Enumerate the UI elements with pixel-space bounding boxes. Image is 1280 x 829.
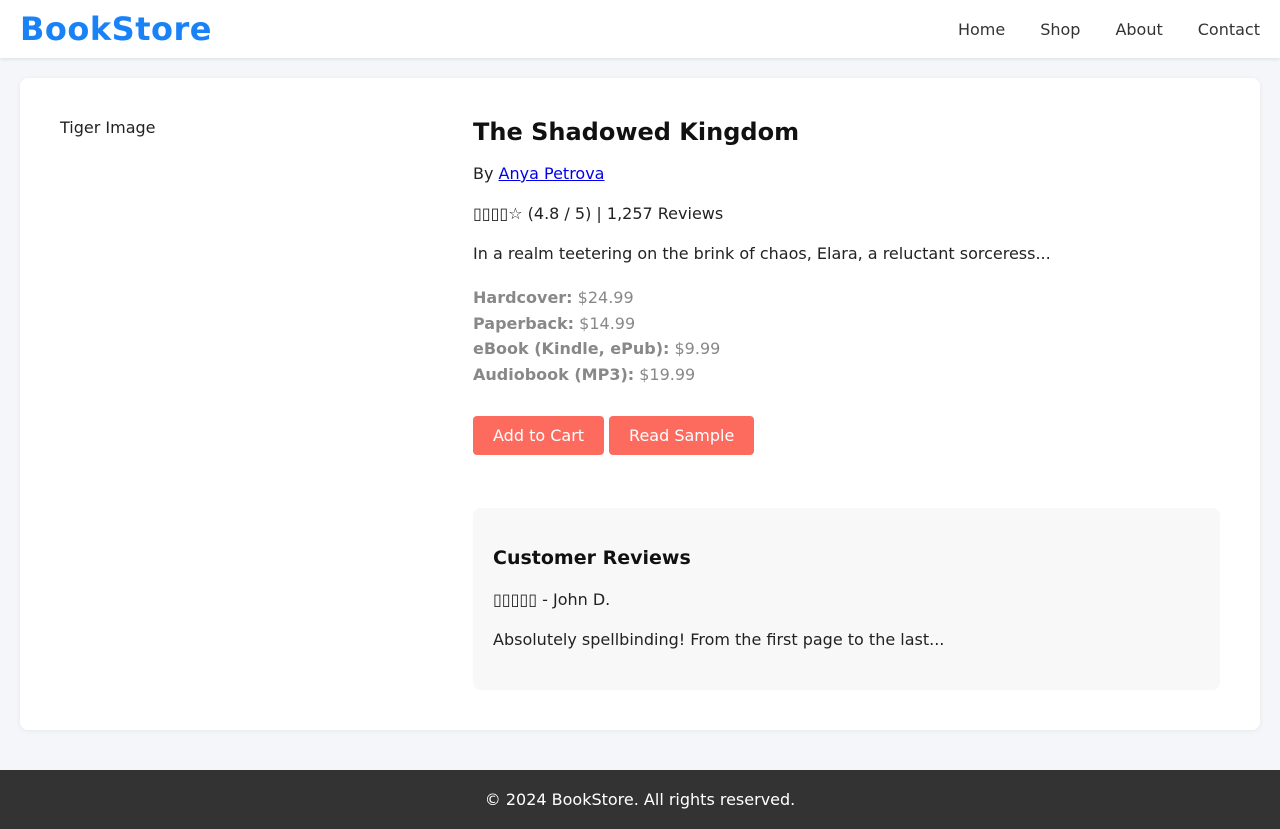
review-header: ▯▯▯▯▯ - John D. [493, 590, 1200, 609]
format-audiobook: Audiobook (MP3): $19.99 [473, 362, 1220, 388]
book-byline: By Anya Petrova [473, 164, 1220, 183]
author-link[interactable]: Anya Petrova [499, 164, 605, 183]
format-label: Audiobook (MP3): [473, 364, 635, 384]
rating-stars-icon: ▯▯▯▯☆ [473, 204, 523, 223]
review-author: - John D. [542, 590, 611, 609]
book-details: The Shadowed Kingdom By Anya Petrova ▯▯▯… [473, 118, 1220, 455]
reviews-heading: Customer Reviews [493, 547, 691, 569]
format-price: $24.99 [577, 288, 634, 307]
main-nav: Home Shop About Contact [923, 20, 1260, 39]
nav-link-contact[interactable]: Contact [1198, 20, 1260, 39]
format-price: $9.99 [674, 339, 721, 358]
site-header: BookStore Home Shop About Contact [0, 0, 1280, 58]
by-label: By [473, 164, 494, 183]
copyright-text: © 2024 BookStore. All rights reserved. [484, 790, 796, 809]
book-synopsis: In a realm teetering on the brink of cha… [473, 244, 1051, 263]
format-price-list: Hardcover: $24.99 Paperback: $14.99 eBoo… [473, 285, 1220, 387]
book-cover-alt-text: Tiger Image [60, 118, 156, 137]
format-label: Hardcover: [473, 288, 573, 307]
book-rating: ▯▯▯▯☆ (4.8 / 5) | 1,257 Reviews [473, 204, 1220, 223]
format-label: Paperback: [473, 313, 575, 333]
book-cover-image: Tiger Image [60, 118, 156, 137]
add-to-cart-button[interactable]: Add to Cart [473, 416, 605, 455]
format-ebook: eBook (Kindle, ePub): $9.99 [473, 336, 1220, 362]
nav-link-home[interactable]: Home [958, 20, 1005, 39]
format-paperback: Paperback: $14.99 [473, 311, 1220, 337]
product-card: Tiger Image The Shadowed Kingdom By Anya… [20, 78, 1260, 730]
format-hardcover: Hardcover: $24.99 [473, 285, 1220, 311]
format-price: $19.99 [639, 364, 696, 384]
format-price: $14.99 [579, 313, 636, 333]
customer-reviews: Customer Reviews ▯▯▯▯▯ - John D. Absolut… [473, 508, 1220, 690]
review-stars-icon: ▯▯▯▯▯ [493, 590, 538, 609]
nav-link-about[interactable]: About [1115, 20, 1162, 39]
rating-summary: (4.8 / 5) | 1,257 Reviews [527, 204, 724, 223]
site-logo[interactable]: BookStore [20, 10, 212, 48]
site-footer: © 2024 BookStore. All rights reserved. [0, 770, 1280, 829]
nav-link-shop[interactable]: Shop [1040, 20, 1080, 39]
format-label: eBook (Kindle, ePub): [473, 339, 670, 358]
action-buttons: Add to Cart Read Sample [473, 416, 1220, 455]
review-text: Absolutely spellbinding! From the first … [493, 630, 945, 649]
read-sample-button[interactable]: Read Sample [609, 416, 755, 455]
book-title: The Shadowed Kingdom [473, 118, 800, 146]
